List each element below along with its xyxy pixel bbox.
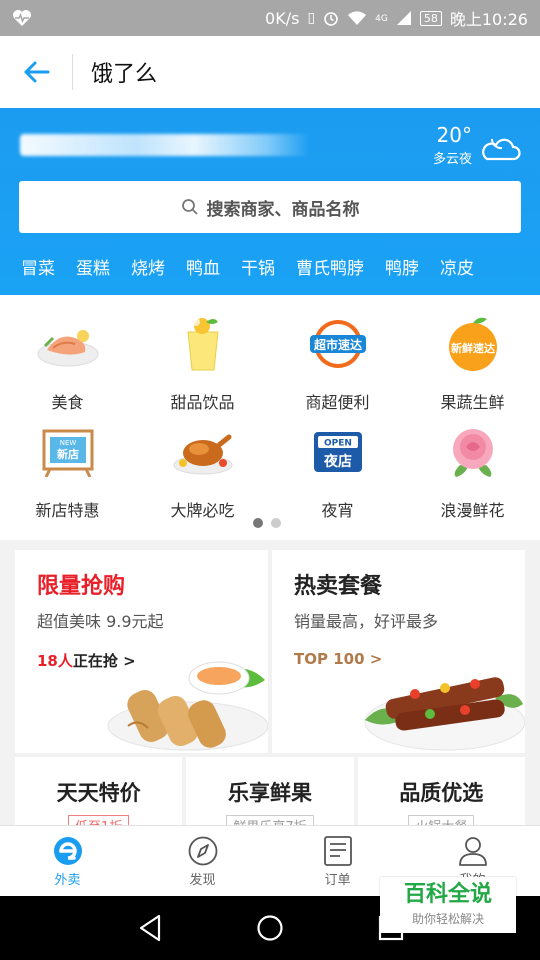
keyword-item[interactable]: 烧烤 (131, 254, 165, 279)
roast-chicken-icon (170, 421, 236, 483)
nav-back-icon[interactable] (137, 914, 163, 942)
category-supermarket[interactable]: 超市速达 商超便利 (270, 313, 405, 421)
alarm-icon (324, 12, 338, 26)
promo-subtitle: 超值美味 9.9元起 (37, 612, 164, 631)
cloud-moon-icon (482, 138, 521, 160)
keyword-item[interactable]: 凉皮 (440, 254, 474, 279)
rose-icon (440, 421, 506, 483)
drink-cup-icon (170, 313, 236, 375)
search-placeholder: 搜索商家、商品名称 (206, 199, 360, 220)
weather-temp: 20° (436, 123, 472, 147)
open-badge-text: OPEN (324, 439, 352, 449)
category-label: 甜品饮品 (170, 393, 235, 412)
page-indicator (253, 518, 281, 528)
feature-fresh-fruit[interactable]: 乐享鲜果 鲜果乐享7折 (186, 757, 354, 827)
tab-takeaway[interactable]: 外卖 (0, 826, 135, 896)
network-type: 4G (375, 14, 388, 24)
search-input[interactable]: 搜索商家、商品名称 (19, 181, 521, 233)
kebab-image (364, 677, 525, 751)
promo-title: 限量抢购 (37, 574, 126, 599)
user-icon (458, 837, 487, 866)
promo-section: 限量抢购 超值美味 9.9元起 18人正在抢 > 热卖套餐 销量最高，好评最多 … (15, 550, 525, 753)
category-grid: 美食 甜品饮品 超市速达 商超便利 新鲜速达 果蔬生鲜 NEW新店 新店特惠 (0, 295, 540, 540)
net-speed: 0K/s (265, 8, 300, 28)
category-label: 夜宵 (321, 501, 354, 520)
takeaway-icon (53, 837, 82, 865)
promo-link-count: 18人 (37, 652, 73, 670)
tab-label: 订单 (324, 873, 351, 888)
tab-label: 发现 (189, 873, 216, 888)
keyword-item[interactable]: 曹氏鸭脖 (296, 254, 364, 279)
feature-title: 品质优选 (399, 781, 484, 805)
compass-icon (188, 836, 217, 866)
nav-home-icon[interactable] (256, 914, 284, 942)
wifi-icon (348, 11, 367, 25)
feature-title: 天天特价 (56, 781, 141, 805)
new-badge-text: 新店 (57, 447, 79, 461)
keyword-item[interactable]: 蛋糕 (76, 254, 110, 279)
keyword-item[interactable]: 鸭脖 (385, 254, 419, 279)
category-label: 大牌必吃 (170, 501, 235, 520)
night-store-icon: OPEN 夜店 (305, 421, 371, 483)
category-label: 果蔬生鲜 (440, 393, 505, 412)
vibrate-icon: ▯ (307, 10, 316, 26)
category-food[interactable]: 美食 (0, 313, 135, 421)
fresh-badge-text: 新鲜速达 (451, 341, 495, 355)
category-big-brand[interactable]: 大牌必吃 (135, 421, 270, 529)
weather-widget: 20° 多云夜 (433, 124, 522, 167)
feature-quality-pick[interactable]: 品质优选 火锅大餐 (357, 757, 525, 827)
night-badge-text: 夜店 (323, 453, 352, 470)
promo-flash-sale[interactable]: 限量抢购 超值美味 9.9元起 18人正在抢 > (15, 550, 268, 753)
new-badge-top: NEW (59, 439, 76, 447)
back-button[interactable] (0, 36, 72, 108)
location-address[interactable] (20, 134, 310, 156)
battery-icon: 58 (419, 10, 442, 26)
feature-title: 乐享鲜果 (227, 781, 312, 805)
order-list-icon (323, 836, 352, 866)
category-night[interactable]: OPEN 夜店 夜宵 (270, 421, 405, 529)
category-fresh[interactable]: 新鲜速达 果蔬生鲜 (405, 313, 540, 421)
search-icon (181, 199, 198, 215)
watermark-subtitle: 助你轻松解决 (411, 912, 484, 926)
page-dot (271, 518, 281, 528)
title-divider (72, 54, 73, 90)
category-drinks[interactable]: 甜品饮品 (135, 313, 270, 421)
watermark-title: 百科全说 (403, 882, 492, 907)
health-heart-icon (13, 10, 31, 26)
back-arrow-icon (24, 61, 50, 83)
new-store-icon: NEW 新店 (35, 421, 101, 483)
category-flowers[interactable]: 浪漫鲜花 (405, 421, 540, 529)
page-title: 饿了么 (91, 62, 158, 87)
status-bar: 0K/s ▯ 4G 58 晚上10:26 (0, 0, 540, 36)
supermarket-express-icon: 超市速达 (305, 313, 371, 375)
hot-keywords: 冒菜 蛋糕 烧烤 鸭血 干锅 曹氏鸭脖 鸭脖 凉皮 (0, 246, 540, 286)
category-label: 商超便利 (305, 393, 370, 412)
page-dot-active (253, 518, 263, 528)
keyword-item[interactable]: 鸭血 (186, 254, 220, 279)
category-label: 新店特惠 (35, 501, 100, 520)
title-bar: 饿了么 (0, 36, 540, 108)
signal-icon (396, 11, 411, 25)
feature-section: 天天特价 低至1折 乐享鲜果 鲜果乐享7折 品质优选 火锅大餐 (15, 757, 525, 827)
category-label: 美食 (51, 393, 84, 412)
keyword-item[interactable]: 干锅 (241, 254, 275, 279)
header: 20° 多云夜 搜索商家、商品名称 冒菜 蛋糕 烧烤 鸭血 干锅 曹氏鸭脖 鸭脖… (0, 108, 540, 295)
category-label: 浪漫鲜花 (440, 501, 505, 520)
tab-discover[interactable]: 发现 (135, 826, 270, 896)
category-new-store[interactable]: NEW 新店 新店特惠 (0, 421, 135, 529)
promo-subtitle: 销量最高，好评最多 (294, 612, 439, 631)
promo-hot-combo[interactable]: 热卖套餐 销量最高，好评最多 TOP 100 > (272, 550, 525, 753)
watermark-badge: 百科全说 助你轻松解决 (380, 877, 516, 933)
spring-rolls-image (107, 661, 268, 751)
weather-condition: 多云夜 (432, 152, 472, 167)
tab-label: 外卖 (54, 873, 81, 888)
feature-daily-deals[interactable]: 天天特价 低至1折 (15, 757, 183, 827)
food-plate-icon (35, 313, 101, 375)
fresh-express-icon: 新鲜速达 (440, 313, 506, 375)
promo-title: 热卖套餐 (294, 574, 383, 599)
keyword-item[interactable]: 冒菜 (21, 254, 55, 279)
clock: 晚上10:26 (449, 10, 528, 29)
supermarket-badge-text: 超市速达 (312, 337, 361, 352)
